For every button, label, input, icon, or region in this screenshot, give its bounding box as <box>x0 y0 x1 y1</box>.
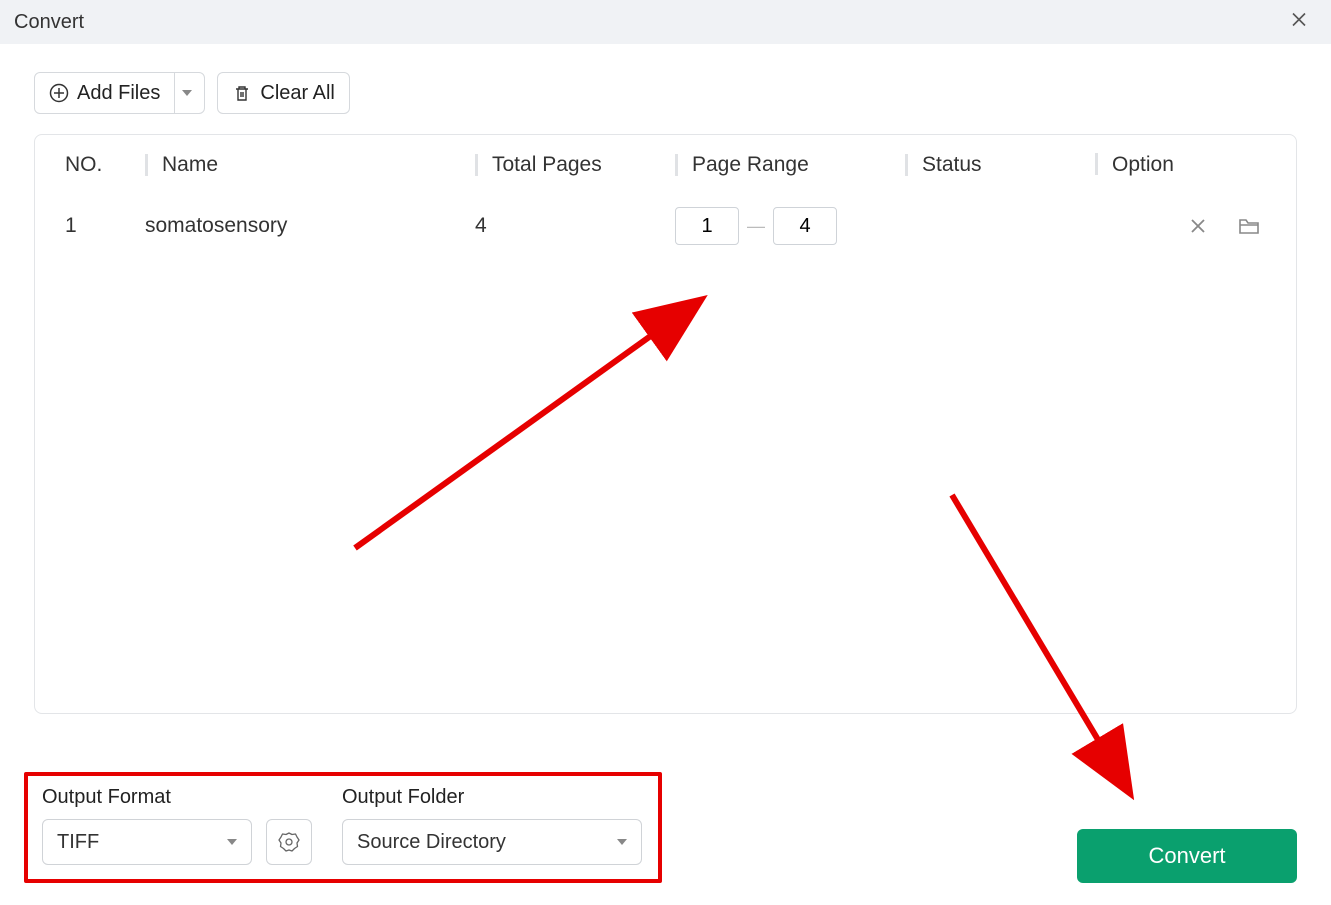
convert-button[interactable]: Convert <box>1077 829 1297 883</box>
chevron-down-icon <box>227 839 237 845</box>
open-folder-button[interactable] <box>1238 216 1260 236</box>
add-files-button[interactable]: Add Files <box>34 72 205 114</box>
convert-button-label: Convert <box>1148 843 1225 869</box>
chevron-down-icon <box>617 839 627 845</box>
toolbar: Add Files Clear All <box>0 44 1331 134</box>
footer: Output Format TIFF Output Folder Source … <box>24 772 1297 883</box>
page-range-from-input[interactable] <box>675 207 739 245</box>
gear-icon <box>278 831 300 853</box>
output-format-select[interactable]: TIFF <box>42 819 252 865</box>
trash-icon <box>232 83 252 103</box>
header-total-pages: Total Pages <box>492 153 602 176</box>
page-range-to-input[interactable] <box>773 207 837 245</box>
clear-all-label: Clear All <box>260 82 334 105</box>
table-row: 1 somatosensory 4 — <box>35 195 1296 257</box>
output-settings-highlight: Output Format TIFF Output Folder Source … <box>24 772 662 883</box>
header-name: Name <box>162 153 218 176</box>
output-format-value: TIFF <box>57 831 99 854</box>
header-option: Option <box>1112 153 1174 177</box>
window-title: Convert <box>14 11 84 34</box>
cell-total-pages: 4 <box>475 214 487 237</box>
table-header-row: NO. Name Total Pages Page Range Status O… <box>35 135 1296 195</box>
range-separator: — <box>747 216 765 237</box>
header-no: NO. <box>65 153 102 176</box>
plus-circle-icon <box>49 83 69 103</box>
output-folder-label: Output Folder <box>342 786 642 809</box>
window-close-button[interactable] <box>1283 7 1315 38</box>
close-icon <box>1291 12 1307 28</box>
remove-row-button[interactable] <box>1188 216 1208 236</box>
close-icon <box>1188 216 1208 236</box>
add-files-dropdown-caret[interactable] <box>174 73 198 113</box>
cell-name: somatosensory <box>145 214 287 237</box>
cell-no: 1 <box>65 214 77 237</box>
clear-all-button[interactable]: Clear All <box>217 72 349 114</box>
folder-icon <box>1238 216 1260 236</box>
add-files-label: Add Files <box>77 82 160 105</box>
output-folder-select[interactable]: Source Directory <box>342 819 642 865</box>
header-page-range: Page Range <box>692 153 809 176</box>
header-status: Status <box>922 153 982 176</box>
output-format-label: Output Format <box>42 786 312 809</box>
output-format-settings-button[interactable] <box>266 819 312 865</box>
chevron-down-icon <box>182 90 192 96</box>
file-table: NO. Name Total Pages Page Range Status O… <box>34 134 1297 714</box>
window-titlebar: Convert <box>0 0 1331 44</box>
output-folder-value: Source Directory <box>357 831 506 854</box>
